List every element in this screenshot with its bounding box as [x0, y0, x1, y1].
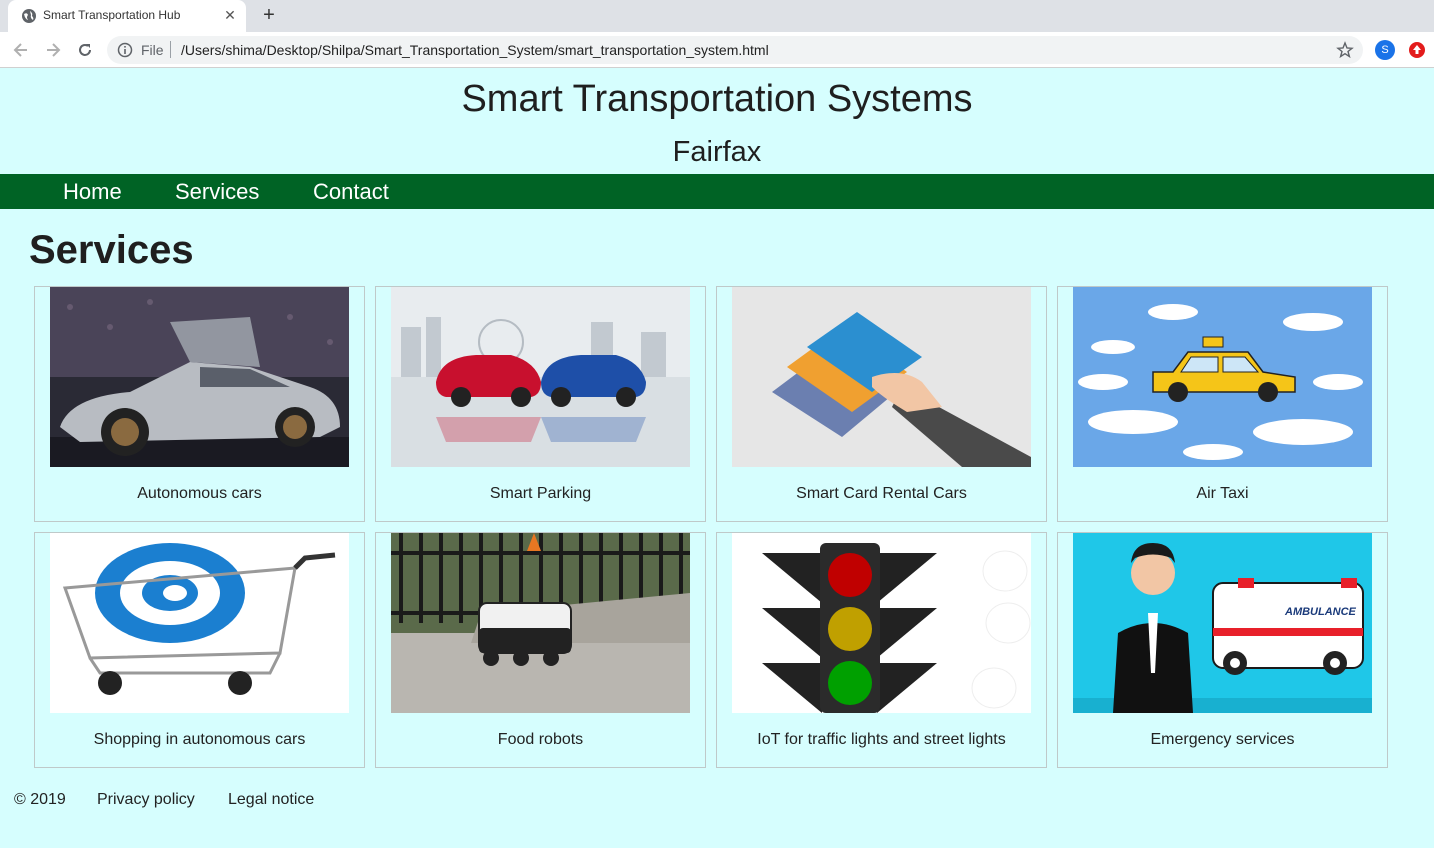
- service-card-smart-parking[interactable]: Smart Parking: [375, 286, 706, 522]
- browser-tab-strip: Smart Transportation Hub ✕ +: [0, 0, 1434, 32]
- card-caption: Shopping in autonomous cars: [93, 731, 306, 748]
- nav-home[interactable]: Home: [63, 179, 122, 205]
- bookmark-star-icon[interactable]: [1336, 41, 1354, 59]
- info-icon[interactable]: [117, 42, 133, 58]
- extension-icon[interactable]: [1408, 41, 1426, 59]
- service-card-food-robots[interactable]: Food robots: [375, 532, 706, 768]
- browser-tab[interactable]: Smart Transportation Hub ✕: [8, 0, 246, 32]
- ambulance-label: AMBULANCE: [1284, 606, 1357, 618]
- globe-icon: [21, 8, 37, 24]
- nav-contact[interactable]: Contact: [313, 179, 389, 205]
- card-caption: Autonomous cars: [137, 485, 262, 502]
- card-caption: Emergency services: [1150, 731, 1295, 748]
- forward-arrow-icon[interactable]: [43, 40, 63, 60]
- smart-parking-image: [391, 287, 690, 467]
- ambulance-image: AMBULANCE: [1073, 533, 1372, 713]
- browser-toolbar: File /Users/shima/Desktop/Shilpa/Smart_T…: [0, 32, 1434, 68]
- card-caption: IoT for traffic lights and street lights: [757, 731, 1006, 748]
- service-card-shopping[interactable]: Shopping in autonomous cars: [34, 532, 365, 768]
- credit-cards-image: [732, 287, 1031, 467]
- url-divider: [170, 41, 171, 58]
- services-heading: Services: [29, 228, 194, 272]
- service-card-iot-traffic[interactable]: IoT for traffic lights and street lights: [716, 532, 1047, 768]
- tab-title: Smart Transportation Hub: [43, 8, 181, 22]
- address-bar[interactable]: File /Users/shima/Desktop/Shilpa/Smart_T…: [107, 36, 1363, 64]
- back-arrow-icon[interactable]: [11, 40, 31, 60]
- main-nav: Home Services Contact: [0, 174, 1434, 209]
- service-card-air-taxi[interactable]: Air Taxi: [1057, 286, 1388, 522]
- site-title: Smart Transportation Systems: [461, 78, 973, 120]
- footer-legal-link[interactable]: Legal notice: [228, 791, 314, 809]
- site-subtitle: Fairfax: [672, 136, 762, 168]
- service-card-smart-card-rental[interactable]: Smart Card Rental Cars: [716, 286, 1047, 522]
- card-caption: Smart Card Rental Cars: [796, 485, 967, 502]
- shopping-cart-image: [50, 533, 349, 713]
- air-taxi-image: [1073, 287, 1372, 467]
- profile-avatar[interactable]: S: [1375, 40, 1395, 60]
- card-caption: Smart Parking: [489, 485, 592, 502]
- service-card-emergency[interactable]: AMBULANCE Emergency services: [1057, 532, 1388, 768]
- food-robot-image: [391, 533, 690, 713]
- footer-copyright: © 2019: [14, 791, 66, 808]
- card-caption: Air Taxi: [1196, 485, 1249, 502]
- close-tab-icon[interactable]: ✕: [222, 7, 238, 23]
- url-scheme-label: File: [141, 42, 164, 58]
- url-text[interactable]: /Users/shima/Desktop/Shilpa/Smart_Transp…: [181, 42, 769, 58]
- footer-privacy-link[interactable]: Privacy policy: [97, 791, 195, 809]
- new-tab-icon[interactable]: +: [258, 4, 280, 26]
- nav-services[interactable]: Services: [175, 179, 259, 205]
- traffic-light-image: [732, 533, 1031, 713]
- card-caption: Food robots: [497, 731, 584, 748]
- autonomous-car-image: [50, 287, 349, 467]
- service-card-autonomous-cars[interactable]: Autonomous cars: [34, 286, 365, 522]
- reload-icon[interactable]: [75, 40, 95, 60]
